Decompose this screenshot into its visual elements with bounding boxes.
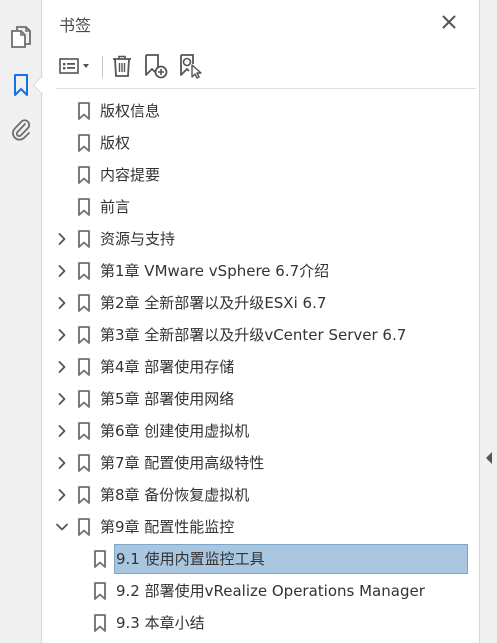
bookmark-label[interactable]: 第8章 备份恢复虚拟机 xyxy=(100,485,249,505)
bookmark-label[interactable]: 第9章 配置性能监控 xyxy=(100,517,234,537)
bookmark-icon xyxy=(76,197,92,217)
bookmark-row[interactable]: 第7章 配置使用高级特性 xyxy=(42,448,479,478)
bookmark-icon xyxy=(76,165,92,185)
bookmark-icon xyxy=(76,517,92,537)
bookmark-label[interactable]: 资源与支持 xyxy=(100,229,175,249)
navigation-rail xyxy=(0,0,42,643)
bookmarks-toolbar xyxy=(42,46,479,88)
bookmark-label[interactable]: 第3章 全新部署以及升级vCenter Server 6.7 xyxy=(100,325,406,345)
bookmark-row[interactable]: 第4章 部署使用存储 xyxy=(42,352,479,382)
bookmark-label[interactable]: 第5章 部署使用网络 xyxy=(100,389,234,409)
bookmark-label[interactable]: 9.2 部署使用vRealize Operations Manager xyxy=(116,581,425,601)
bookmark-icon xyxy=(14,74,28,96)
chevron-right-icon[interactable] xyxy=(54,389,70,409)
bookmark-row[interactable]: 第9章 配置性能监控 xyxy=(42,512,479,542)
bookmark-label[interactable]: 第7章 配置使用高级特性 xyxy=(100,453,264,473)
bookmark-label[interactable]: 第2章 全新部署以及升级ESXi 6.7 xyxy=(100,293,326,313)
bookmark-row[interactable]: 资源与支持 xyxy=(42,224,479,254)
bookmark-icon xyxy=(76,101,92,121)
bookmark-label[interactable]: 第1章 VMware vSphere 6.7介绍 xyxy=(100,261,329,281)
bookmark-icon xyxy=(76,485,92,505)
chevron-right-icon[interactable] xyxy=(54,261,70,281)
bookmark-row[interactable]: 第3章 全新部署以及升级vCenter Server 6.7 xyxy=(42,320,479,350)
chevron-right-icon[interactable] xyxy=(54,485,70,505)
bookmark-row[interactable]: 第6章 创建使用虚拟机 xyxy=(42,416,479,446)
bookmark-row[interactable]: 9.3 本章小结 xyxy=(42,608,479,638)
bookmark-label[interactable]: 9.1 使用内置监控工具 xyxy=(116,549,265,569)
document-pane-edge xyxy=(479,0,497,643)
chevron-right-icon[interactable] xyxy=(54,325,70,345)
attachments-button[interactable] xyxy=(6,114,36,144)
bookmark-icon xyxy=(76,357,92,377)
bookmark-label[interactable]: 内容提要 xyxy=(100,165,160,185)
bookmark-row[interactable]: 第1章 VMware vSphere 6.7介绍 xyxy=(42,256,479,286)
chevron-right-icon[interactable] xyxy=(54,421,70,441)
new-bookmark-icon xyxy=(145,54,168,79)
bookmark-icon xyxy=(76,229,92,249)
toolbar-separator xyxy=(56,88,476,89)
bookmark-row[interactable]: 第2章 全新部署以及升级ESXi 6.7 xyxy=(42,288,479,318)
panel-title: 书签 xyxy=(59,16,92,35)
bookmark-row[interactable]: 第5章 部署使用网络 xyxy=(42,384,479,414)
close-icon xyxy=(442,15,456,29)
bookmark-label[interactable]: 第4章 部署使用存储 xyxy=(100,357,234,377)
chevron-right-icon[interactable] xyxy=(54,293,70,313)
close-button[interactable] xyxy=(439,12,459,32)
find-current-bookmark-button[interactable] xyxy=(177,53,205,79)
chevron-right-icon[interactable] xyxy=(54,229,70,249)
chevron-left-icon xyxy=(486,452,492,464)
toolbar-divider xyxy=(102,56,103,78)
bookmarks-panel: 书签 版权信息 版权 内容提要 前言 资源与支持 第1章 VMware vSph… xyxy=(42,0,479,643)
bookmark-icon xyxy=(76,133,92,153)
bookmark-label[interactable]: 版权 xyxy=(100,133,130,153)
panel-header: 书签 xyxy=(42,0,479,46)
bookmark-icon xyxy=(76,261,92,281)
bookmark-icon xyxy=(76,293,92,313)
chevron-right-icon[interactable] xyxy=(54,357,70,377)
bookmark-icon xyxy=(92,581,108,601)
find-bookmark-icon xyxy=(180,54,202,79)
chevron-down-icon[interactable] xyxy=(54,517,70,537)
trash-icon xyxy=(113,55,131,77)
bookmark-label[interactable]: 版权信息 xyxy=(100,101,160,121)
bookmark-icon xyxy=(92,549,108,569)
bookmark-icon xyxy=(76,389,92,409)
bookmark-icon xyxy=(76,325,92,345)
bookmark-label[interactable]: 第6章 创建使用虚拟机 xyxy=(100,421,249,441)
bookmark-label[interactable]: 前言 xyxy=(100,197,130,217)
bookmark-row[interactable]: 前言 xyxy=(42,192,479,222)
new-bookmark-button[interactable] xyxy=(142,53,170,79)
bookmark-row[interactable]: 内容提要 xyxy=(42,160,479,190)
options-menu-button[interactable] xyxy=(56,53,96,79)
delete-bookmark-button[interactable] xyxy=(109,53,135,79)
active-indicator xyxy=(34,76,43,94)
list-options-icon xyxy=(59,58,89,74)
pages-button[interactable] xyxy=(6,22,36,52)
bookmark-icon xyxy=(76,453,92,473)
bookmark-icon xyxy=(92,613,108,633)
bookmarks-sidebar: 书签 版权信息 版权 内容提要 前言 资源与支持 第1章 VMware vSph… xyxy=(0,0,497,643)
paperclip-icon xyxy=(12,119,31,141)
bookmark-row[interactable]: 9.2 部署使用vRealize Operations Manager xyxy=(42,576,479,606)
bookmark-label[interactable]: 9.3 本章小结 xyxy=(116,613,205,633)
bookmark-row[interactable]: 版权 xyxy=(42,128,479,158)
chevron-right-icon[interactable] xyxy=(54,453,70,473)
bookmark-row[interactable]: 9.1 使用内置监控工具 xyxy=(42,544,479,574)
bookmark-icon xyxy=(76,421,92,441)
pages-icon xyxy=(11,26,31,48)
bookmark-row[interactable]: 版权信息 xyxy=(42,96,479,126)
bookmarks-button[interactable] xyxy=(6,70,36,100)
collapse-panel-handle[interactable] xyxy=(483,450,495,466)
bookmark-row[interactable]: 第8章 备份恢复虚拟机 xyxy=(42,480,479,510)
